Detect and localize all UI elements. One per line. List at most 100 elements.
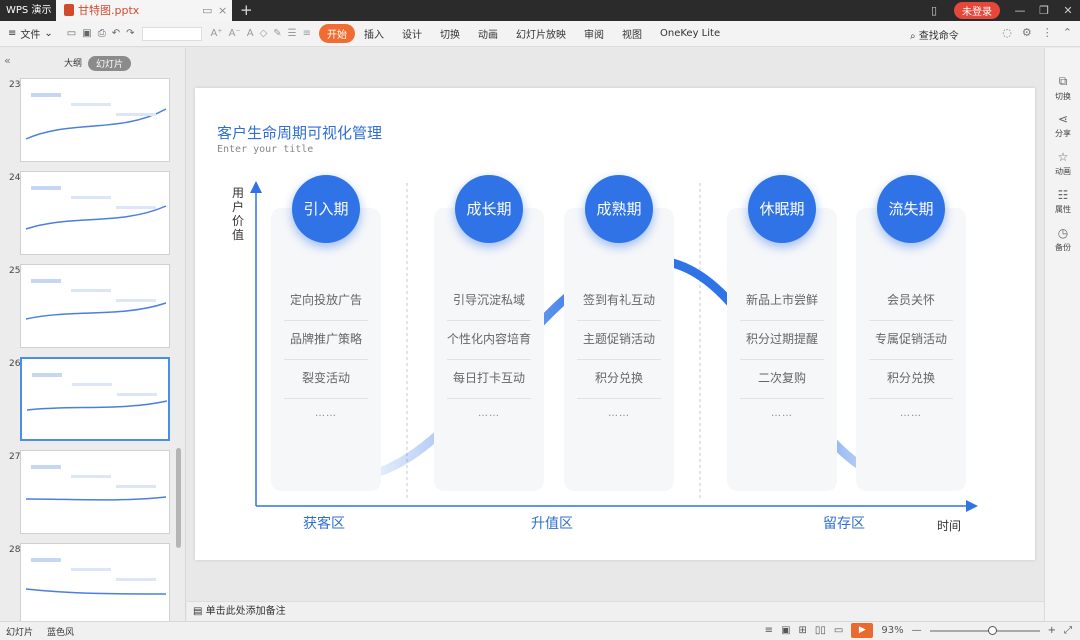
slide-thumbnail[interactable] [20, 171, 170, 255]
tab-onekey[interactable]: OneKey Lite [651, 28, 729, 39]
rp-animation-label: 动画 [1055, 167, 1071, 176]
new-tab-icon[interactable]: + [240, 0, 253, 21]
close-window-icon[interactable]: ✕ [1056, 4, 1080, 17]
tab-insert[interactable]: 插入 [355, 26, 393, 41]
app-tab[interactable]: WPS 演示 [0, 0, 56, 21]
rp-properties[interactable]: ☷ 属性 [1045, 188, 1080, 215]
close-tab-icon[interactable]: × [218, 0, 227, 21]
slide-thumbnail[interactable] [20, 264, 170, 348]
fit-icon[interactable]: ⤢ [1064, 625, 1072, 636]
rp-properties-label: 属性 [1055, 205, 1071, 214]
search-command[interactable]: ⌕ 查找命令 [910, 27, 959, 42]
rp-backup[interactable]: ◷ 备份 [1045, 226, 1080, 253]
font-box[interactable] [142, 26, 203, 41]
file-tab-label: 甘特图.pptx [78, 4, 140, 17]
phase-activity: 会员关怀 [886, 293, 935, 307]
phase-activity: 个性化内容培育 [446, 332, 531, 346]
pptx-icon [64, 4, 74, 16]
save-icon[interactable]: ▣ [82, 28, 91, 39]
separator [869, 320, 953, 321]
file-tab[interactable]: 甘特图.pptx ▭ × [56, 0, 232, 21]
minimize-icon[interactable]: — [1008, 4, 1032, 17]
separator [284, 359, 368, 360]
rp-share-label: 分享 [1055, 129, 1071, 138]
tab-transition[interactable]: 切换 [431, 26, 469, 41]
slide-subtitle[interactable]: Enter your title [217, 144, 313, 155]
phase-activity: 二次复购 [757, 371, 806, 385]
print-icon[interactable]: ⎙ [98, 28, 106, 39]
tab-animation[interactable]: 动画 [469, 26, 507, 41]
normal-view-icon[interactable]: ▣ [781, 625, 790, 636]
zoom-knob[interactable] [987, 625, 997, 635]
tab-home[interactable]: 开始 [319, 24, 356, 43]
rp-animation[interactable]: ☆ 动画 [1045, 150, 1080, 177]
monitor-icon[interactable]: ▭ [202, 0, 212, 21]
align-icon[interactable]: ≡ [303, 28, 311, 39]
undo-icon[interactable]: ↶ [112, 28, 120, 39]
more-icon[interactable]: ⋮ [1042, 26, 1053, 39]
zoom-in-icon[interactable]: + [1048, 625, 1056, 636]
tab-outline[interactable]: 大纲 [64, 56, 82, 69]
more-dots: …… [900, 408, 922, 419]
more-dots: …… [315, 408, 337, 419]
slide-thumbnail[interactable] [20, 543, 170, 627]
phase-circle: 引入期 [292, 175, 360, 243]
comment-icon[interactable]: ◌ [1002, 26, 1012, 39]
zoom-out-icon[interactable]: — [912, 625, 922, 636]
phase-card [564, 208, 674, 491]
status-slides[interactable]: 幻灯片 [6, 625, 33, 638]
file-menu[interactable]: ≡ 文件 ⌄ [0, 26, 61, 41]
tab-review[interactable]: 审阅 [575, 26, 613, 41]
phase-activity: 新品上市尝鲜 [745, 293, 818, 307]
shrink-font-icon[interactable]: A⁻ [229, 28, 241, 39]
slide-thumbnail[interactable] [20, 78, 170, 162]
sorter-view-icon[interactable]: ⊞ [799, 625, 807, 636]
clear-format-icon[interactable]: ◇ [260, 28, 268, 39]
login-button[interactable]: 未登录 [954, 2, 1000, 19]
slide-title[interactable]: 客户生命周期可视化管理 [217, 122, 382, 143]
maximize-icon[interactable]: ❐ [1032, 4, 1056, 17]
presenter-view-icon[interactable]: ▭ [834, 625, 843, 636]
separator [740, 320, 824, 321]
notes-area[interactable]: ▤ 单击此处添加备注 [187, 601, 1044, 621]
slide-thumbnail[interactable] [20, 450, 170, 534]
list-view-icon[interactable]: ≡ [765, 625, 773, 636]
separator [740, 398, 824, 399]
zone-acquisition: 获客区 [303, 516, 345, 532]
play-button[interactable]: ▶ [851, 623, 874, 638]
tab-design[interactable]: 设计 [393, 26, 431, 41]
clock-icon: ◷ [1057, 226, 1069, 240]
grow-font-icon[interactable]: A⁺ [210, 28, 222, 39]
separator [577, 320, 661, 321]
slide-thumbnail[interactable] [20, 357, 170, 441]
settings-icon[interactable]: ⚙ [1022, 26, 1032, 39]
format-painter-icon[interactable]: ✎ [273, 28, 281, 39]
hamburger-icon: ≡ [8, 28, 17, 39]
collapse-panel-icon[interactable]: « [4, 54, 11, 67]
transition-icon: ⧉ [1058, 74, 1068, 88]
tab-view[interactable]: 视图 [613, 26, 651, 41]
tab-slideshow[interactable]: 幻灯片放映 [507, 26, 575, 41]
rp-share[interactable]: ⋖ 分享 [1045, 112, 1080, 139]
status-theme[interactable]: 蓝色风 [47, 625, 74, 638]
phase-circle: 成长期 [455, 175, 523, 243]
redo-icon[interactable]: ↷ [126, 28, 134, 39]
separator [447, 320, 531, 321]
phase-activity: 专属促销活动 [874, 332, 947, 346]
tab-slides[interactable]: 幻灯片 [88, 56, 132, 71]
rp-transition[interactable]: ⧉ 切换 [1045, 74, 1080, 102]
tablet-icon[interactable]: ▯ [922, 4, 946, 17]
font-color-icon[interactable]: A [247, 28, 254, 39]
separator [284, 398, 368, 399]
notes-icon: ▤ [193, 606, 203, 617]
bullet-icon[interactable]: ☰ [288, 28, 297, 39]
open-icon[interactable]: ▭ [67, 28, 76, 39]
zoom-slider[interactable] [929, 625, 1040, 635]
collapse-ribbon-icon[interactable]: ⌃ [1063, 26, 1072, 39]
slide-number: 24 [9, 173, 21, 183]
phase-activity: 每日打卡互动 [452, 371, 525, 385]
reading-view-icon[interactable]: ▯▯ [815, 625, 826, 636]
zoom-value[interactable]: 93% [881, 625, 903, 636]
separator [447, 359, 531, 360]
panel-scrollbar[interactable] [176, 448, 181, 548]
